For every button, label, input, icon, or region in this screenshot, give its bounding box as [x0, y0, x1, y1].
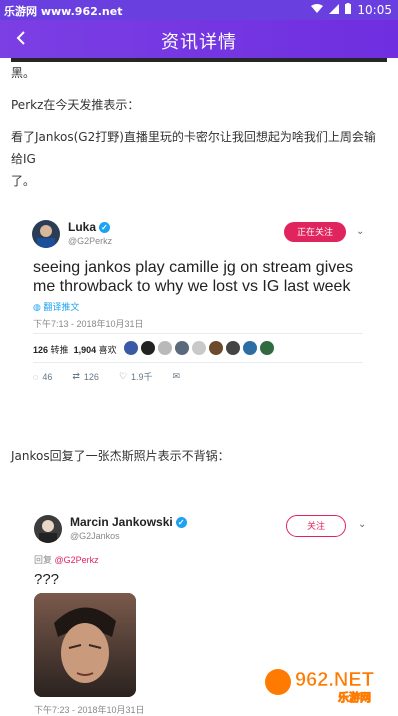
tweet-author-handle[interactable]: @G2Jankos — [70, 531, 120, 541]
avatar[interactable] — [34, 515, 62, 543]
article-paragraph: Jankos回复了一张杰斯照片表示不背锅： — [11, 449, 230, 463]
retweet-count: 126 — [33, 345, 49, 355]
translate-link[interactable]: 翻译推文 — [43, 302, 79, 312]
like-action-count: 1.9千 — [131, 372, 153, 382]
site-watermark: 乐游网 www.962.net — [4, 5, 123, 18]
tweet-text-line: seeing jankos play camille jg on stream … — [33, 259, 354, 276]
avatar[interactable] — [192, 341, 206, 355]
liker-avatars[interactable] — [124, 341, 274, 355]
962-net-watermark: 962.NET 乐游网 — [262, 664, 392, 704]
article-fragment: 黑。 — [11, 66, 36, 80]
like-count: 1,904 — [73, 345, 97, 355]
tweet-author-handle[interactable]: @G2Perkz — [68, 236, 112, 246]
tweet-timestamp[interactable]: 下午7:13 - 2018年10月31日 — [33, 317, 144, 330]
reply-count: 46 — [42, 371, 53, 382]
avatar[interactable] — [124, 341, 138, 355]
article-paragraph: Perkz在今天发推表示： — [11, 98, 140, 112]
divider — [33, 333, 363, 334]
app-bar: 资讯详情 — [0, 20, 398, 58]
avatar[interactable] — [260, 341, 274, 355]
following-button[interactable]: 正在关注 — [284, 222, 346, 242]
article-paragraph-cont: 了。 — [11, 174, 36, 188]
chevron-down-icon[interactable]: ⌄ — [358, 519, 366, 530]
embedded-tweet-luka[interactable]: Luka ✓ @G2Perkz 正在关注 ⌄ seeing jankos play… — [24, 210, 374, 390]
globe-icon: ◍ — [33, 302, 41, 312]
divider — [33, 362, 363, 363]
reply-icon: ◌ — [33, 371, 39, 382]
retweet-action-count: 126 — [83, 371, 99, 382]
reply-prefix: 回复 — [34, 555, 53, 565]
retweet-icon: ⇄ — [72, 371, 80, 381]
avatar[interactable] — [32, 220, 60, 248]
battery-icon — [345, 3, 352, 17]
avatar[interactable] — [141, 341, 155, 355]
chevron-down-icon[interactable]: ⌄ — [356, 226, 364, 237]
avatar[interactable] — [175, 341, 189, 355]
tweet-text-line: me throwback to why we lost vs IG last w… — [33, 278, 351, 295]
reply-to-handle[interactable]: @G2Perkz — [55, 555, 99, 565]
message-icon: ✉ — [172, 371, 181, 381]
verified-icon: ✓ — [175, 517, 187, 529]
like-label: 喜欢 — [98, 345, 117, 355]
tweet-text: ??? — [34, 571, 60, 588]
avatar[interactable] — [243, 341, 257, 355]
clock: 10:05 — [357, 3, 392, 17]
retweet-label: 转推 — [50, 345, 69, 355]
watermark-subtext: 乐游网 — [338, 690, 371, 704]
avatar[interactable] — [158, 341, 172, 355]
verified-icon: ✓ — [99, 222, 111, 234]
cut-off-text-line — [11, 58, 387, 62]
status-bar: 乐游网 www.962.net 10:05 — [0, 0, 398, 20]
article-paragraph: 看了Jankos(G2打野)直播里玩的卡密尔让我回想起为啥我们上周会输给IG — [11, 130, 376, 166]
tweet-actions: ◌ 46 ⇄ 126 ♡ 1.9千 ✉ — [33, 370, 180, 383]
avatar[interactable] — [226, 341, 240, 355]
heart-icon: ♡ — [118, 371, 128, 381]
follow-button[interactable]: 关注 — [286, 515, 346, 537]
tweet-author-name[interactable]: Marcin Jankowski — [70, 515, 173, 529]
page-title: 资讯详情 — [161, 32, 237, 53]
avatar[interactable] — [209, 341, 223, 355]
tweet-author-name[interactable]: Luka — [68, 220, 96, 234]
tweet-image-jayce[interactable] — [34, 593, 136, 697]
signal-icon — [329, 3, 340, 17]
article-body: 黑。 Perkz在今天发推表示： 看了Jankos(G2打野)直播里玩的卡密尔让… — [0, 58, 398, 192]
watermark-text: 962.NET — [295, 669, 374, 691]
wifi-icon — [311, 3, 324, 17]
